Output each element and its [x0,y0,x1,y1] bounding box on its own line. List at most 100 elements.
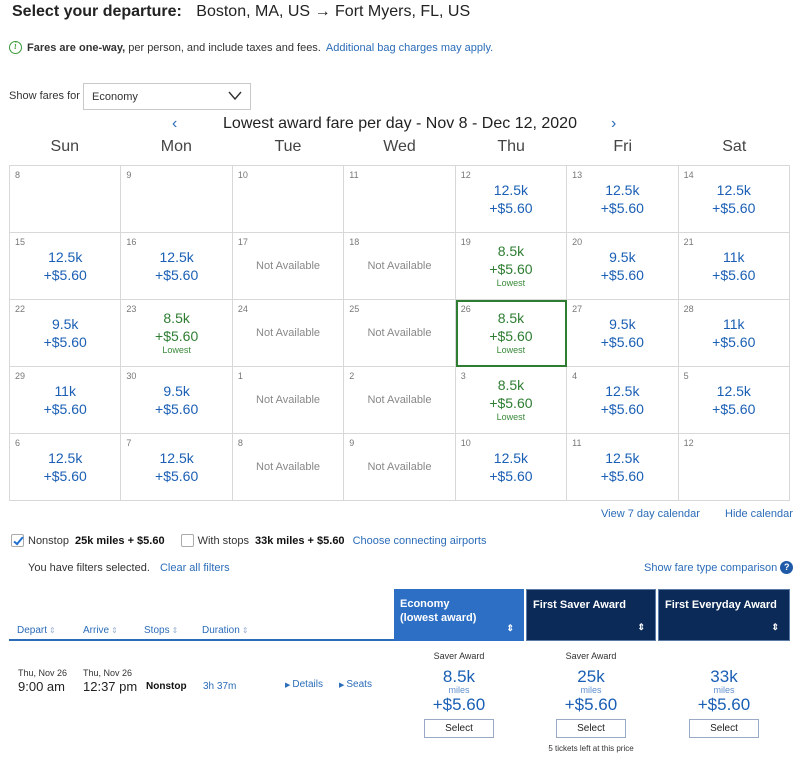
calendar-day-cell[interactable]: 14 12.5k +$5.60 [678,166,790,233]
calendar-day-cell[interactable]: 13 12.5k +$5.60 [567,166,679,233]
day-fare-miles: 12.5k [493,450,529,466]
not-available-label: Not Available [256,461,321,473]
nonstop-price: 25k miles + $5.60 [74,534,165,547]
calendar-day-cell[interactable]: 11 12.5k +$5.60 [567,434,679,501]
calendar-day-cell[interactable]: 19 8.5k +$5.60 Lowest [455,233,568,300]
day-number: 29 [15,371,26,381]
calendar-day-cell[interactable]: 5 12.5k +$5.60 [678,367,790,434]
calendar-day-cell[interactable]: 10 12.5k +$5.60 [455,434,568,501]
day-fare-tax: +$5.60 [489,468,533,484]
calendar-day-cell[interactable]: 15 12.5k +$5.60 [10,233,122,300]
day-fare-miles: 12.5k [605,450,640,466]
day-number: 5 [683,371,689,381]
calendar-day-cell[interactable]: 24 Not Available [232,300,345,367]
hide-calendar-link[interactable]: Hide calendar [725,508,793,520]
calendar-day-cell[interactable]: 26 8.5k +$5.60 Lowest [455,300,568,367]
day-number: 10 [460,438,471,448]
sort-duration[interactable]: Duration ⇕ [202,625,249,636]
select-first-everyday-button[interactable]: Select [689,719,759,738]
lowest-badge: Lowest [496,278,526,288]
info-text: per person, and include taxes and fees. [128,41,321,54]
first-saver-fare-header[interactable]: First Saver Award ⇕ [526,589,656,641]
nonstop-checkbox[interactable] [11,534,24,547]
bag-charges-link[interactable]: Additional bag charges may apply. [326,42,493,54]
sort-icon: ⇕ [241,626,249,635]
day-fare-tax: +$5.60 [489,200,533,216]
cabin-class-select[interactable]: Economy [83,83,251,110]
clear-all-filters-link[interactable]: Clear all filters [160,562,230,574]
next-range-button[interactable]: › [611,115,616,133]
calendar-day-cell[interactable]: 20 9.5k +$5.60 [567,233,679,300]
day-number: 11 [572,438,582,448]
column-label: Duration [202,625,240,636]
weekday-label: Thu [497,138,525,155]
view-7-day-calendar-link[interactable]: View 7 day calendar [601,508,700,520]
weekday-label: Tue [274,138,302,155]
day-fare-miles: 12.5k [159,450,194,466]
calendar-day-cell[interactable]: 16 12.5k +$5.60 [121,233,233,300]
info-circle-icon: i [9,41,22,54]
fare-type: Saver Award [565,651,617,661]
calendar-day-cell[interactable]: 6 12.5k +$5.60 [10,434,122,501]
day-fare-tax: +$5.60 [489,328,533,344]
sort-stops[interactable]: Stops ⇕ [144,625,202,636]
calendar-day-cell[interactable]: 29 11k +$5.60 [10,367,122,434]
flight-duration: 3h 37m [203,681,237,692]
details-link[interactable]: ▶ Details [285,679,323,690]
calendar-day-cell[interactable]: 30 9.5k +$5.60 [121,367,233,434]
calendar-day-cell[interactable]: 17 Not Available [232,233,345,300]
sort-arrive[interactable]: Arrive ⇕ [83,625,144,636]
day-number: 28 [683,304,694,314]
lowest-badge: Lowest [496,345,526,355]
day-number: 24 [237,304,248,314]
calendar-day-cell[interactable]: 2 Not Available [344,367,456,434]
seats-link[interactable]: ▶ Seats [339,679,372,690]
arrive-date: Thu, Nov 26 [83,668,133,678]
economy-fare-header[interactable]: Economy (lowest award) ⇕ [394,589,524,641]
select-economy-button[interactable]: Select [424,719,494,738]
calendar-day-cell[interactable]: 12 12.5k +$5.60 [455,166,568,233]
calendar-day-cell[interactable]: 7 12.5k +$5.60 [121,434,233,501]
day-fare-miles: 9.5k [51,316,79,332]
day-fare-tax: +$5.60 [600,401,644,417]
day-number: 13 [572,170,583,180]
sort-depart[interactable]: Depart ⇕ [17,625,83,636]
calendar-day-cell[interactable]: 18 Not Available [344,233,456,300]
weekday-label: Sun [50,138,80,155]
show-fares-label: Show fares for [9,90,80,102]
weekday-label: Sat [722,138,747,155]
arrive-time: 12:37 pm [83,679,138,694]
calendar-day-cell[interactable]: 27 9.5k +$5.60 [567,300,679,367]
day-number: 22 [15,304,26,314]
day-fare-miles: 8.5k [163,310,190,326]
show-fare-type-comparison-link[interactable]: Show fare type comparison [644,562,777,574]
sort-icon: ⇕ [637,622,645,632]
fare-miles: 33k [710,667,738,686]
flight-stops: Nonstop [146,681,187,692]
column-label: Stops [144,625,170,636]
sort-icon: ⇕ [506,623,514,633]
day-number: 12 [683,438,694,448]
arrive-info: Thu, Nov 26 12:37 pm [83,668,137,694]
depart-info: Thu, Nov 26 9:00 am [18,668,67,694]
calendar-day-cell[interactable]: 21 11k +$5.60 [678,233,790,300]
help-icon[interactable]: ? [780,561,794,574]
with-stops-checkbox[interactable] [180,534,194,547]
not-available-label: Not Available [367,260,432,272]
choose-connecting-airports-link[interactable]: Choose connecting airports [353,535,487,547]
calendar-day-cell[interactable]: 4 12.5k +$5.60 [567,367,679,434]
details-label: Details [292,679,323,690]
calendar-day-cell[interactable]: 8 Not Available [232,434,345,501]
first-everyday-fare-header[interactable]: First Everyday Award ⇕ [658,589,790,641]
calendar-day-cell[interactable]: 9 Not Available [344,434,456,501]
day-number: 8 [15,170,21,180]
column-label: Arrive [83,625,110,636]
select-first-saver-button[interactable]: Select [556,719,626,738]
calendar-day-cell[interactable]: 22 9.5k +$5.60 [10,300,122,367]
calendar-day-cell[interactable]: 28 11k +$5.60 [678,300,790,367]
calendar-day-cell[interactable]: 1 Not Available [232,367,345,434]
calendar-day-cell[interactable]: 25 Not Available [344,300,456,367]
calendar-day-cell[interactable]: 23 8.5k +$5.60 Lowest [121,300,233,367]
previous-range-button[interactable]: ‹ [172,115,177,133]
calendar-day-cell[interactable]: 3 8.5k +$5.60 Lowest [455,367,568,434]
